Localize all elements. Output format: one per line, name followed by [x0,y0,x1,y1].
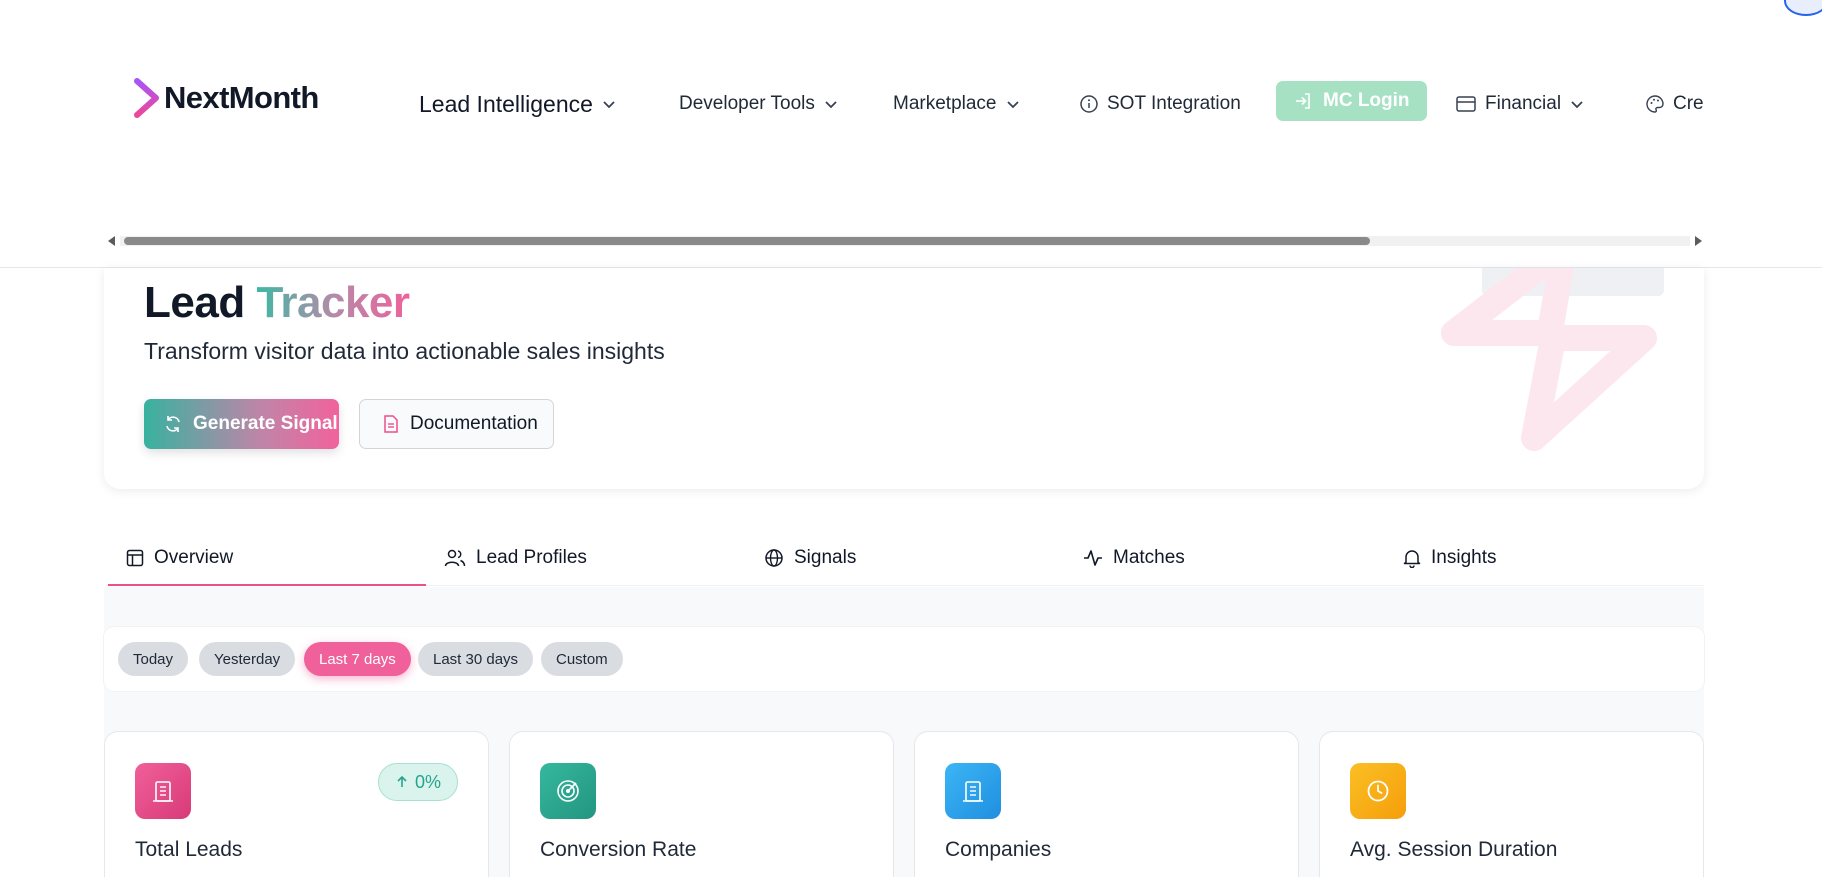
stat-icon-box [540,763,596,819]
tab-label: Matches [1113,547,1185,568]
nav-label: Marketplace [893,93,997,114]
nav-sot-integration[interactable]: SOT Integration [1079,82,1241,126]
page-subtitle: Transform visitor data into actionable s… [144,338,665,364]
nav-label: Developer Tools [679,93,815,114]
mc-login-button[interactable]: MC Login [1276,81,1427,121]
scroll-right-arrow-icon[interactable] [1695,236,1702,246]
hero-card: Lead Tracker Transform visitor data into… [104,268,1704,489]
target-icon [557,780,579,802]
filter-chip-custom[interactable]: Custom [541,642,623,676]
stat-icon-box [135,763,191,819]
documentation-label: Documentation [410,413,538,434]
stat-card-avg-session-duration[interactable]: Avg. Session Duration [1319,731,1704,877]
tab-label: Insights [1431,547,1497,568]
stat-icon-box [1350,763,1406,819]
chevron-down-icon [1571,101,1583,109]
info-icon [1080,95,1098,113]
nav-marketplace[interactable]: Marketplace [893,82,1021,126]
building-icon [963,781,983,802]
generate-signal-button[interactable]: Generate Signal [144,399,339,449]
tab-overview[interactable]: Overview [126,530,233,586]
nav-label: SOT Integration [1107,93,1241,114]
page-title-part1: Lead [144,278,245,327]
building-icon [153,781,173,802]
filter-chip-last-7-days[interactable]: Last 7 days [304,642,411,676]
tab-insights[interactable]: Insights [1403,530,1496,586]
nav-developer-tools[interactable]: Developer Tools [679,82,839,126]
nav-label: Lead Intelligence [419,90,593,117]
layout-icon [126,549,144,567]
mc-login-label: MC Login [1323,90,1410,111]
tab-label: Signals [794,547,857,568]
active-tab-indicator [108,584,426,586]
filter-chip-yesterday[interactable]: Yesterday [199,642,296,676]
nav-label: Cre [1673,93,1703,114]
credit-card-icon [1456,96,1476,112]
stat-icon-box [945,763,1001,819]
globe-icon [765,549,783,567]
bell-icon [1403,550,1421,568]
nav-label: Financial [1485,93,1562,114]
page-title: Lead Tracker [144,278,410,328]
clock-icon [1367,780,1389,802]
nav-financial[interactable]: Financial [1455,82,1585,126]
date-filter-bar: Today Yesterday Last 7 days Last 30 days… [104,627,1704,691]
filter-chip-today[interactable]: Today [118,642,189,676]
chevron-down-icon [825,101,837,109]
nav-horizontal-scrollbar[interactable] [106,233,1704,249]
change-badge: 0% [377,763,458,801]
documentation-button[interactable]: Documentation [359,399,554,449]
stat-card-total-leads[interactable]: 0% Total Leads [104,731,489,877]
chevron-down-icon [1006,101,1019,109]
lightning-bolt-icon [1441,268,1657,451]
users-icon [444,549,466,567]
page: NextMonth Lead Intelligence Developer To… [0,0,1822,877]
arrow-up-icon [397,775,407,787]
stat-card-companies[interactable]: Companies [914,731,1299,877]
chevron-down-icon [603,101,615,109]
nav-create[interactable]: Cre [1645,82,1703,126]
tab-label: Lead Profiles [476,547,587,568]
corner-avatar[interactable] [1784,0,1822,16]
generate-signal-label: Generate Signal [193,413,338,434]
tab-label: Overview [154,547,234,568]
stat-label: Companies [945,838,1052,861]
tab-bar: Overview Lead Profiles Signals Matches I… [106,530,1704,586]
activity-icon [1084,550,1102,566]
top-header: NextMonth Lead Intelligence Developer To… [0,0,1822,268]
page-title-part2: Tracker [256,278,410,327]
nav-lead-intelligence[interactable]: Lead Intelligence [419,82,617,126]
file-text-icon [384,415,398,433]
stat-card-conversion-rate[interactable]: Conversion Rate [509,731,894,877]
stat-label: Total Leads [135,838,243,861]
filter-chip-last-30-days[interactable]: Last 30 days [418,642,534,676]
tab-lead-profiles[interactable]: Lead Profiles [444,530,587,586]
stat-label: Avg. Session Duration [1350,838,1558,861]
stat-label: Conversion Rate [540,838,697,861]
palette-icon [1646,95,1664,113]
login-icon [1296,93,1310,109]
tab-matches[interactable]: Matches [1083,530,1185,586]
scroll-left-arrow-icon[interactable] [108,236,115,246]
change-value: 0% [414,771,441,792]
scrollbar-thumb[interactable] [124,237,1370,245]
main-nav: Lead Intelligence Developer Tools Market… [0,70,1703,130]
tab-signals[interactable]: Signals [764,530,856,586]
refresh-icon [166,416,180,432]
